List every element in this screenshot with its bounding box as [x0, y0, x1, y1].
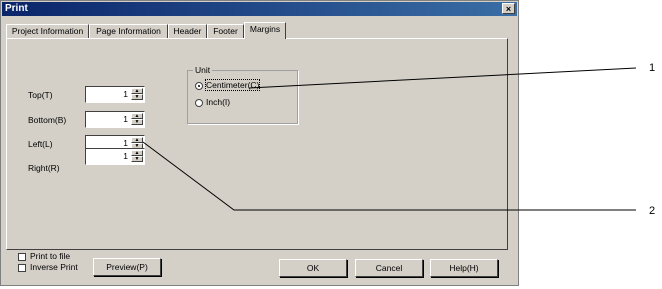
tab-margins[interactable]: Margins	[244, 22, 286, 39]
callout-line-2	[142, 141, 636, 211]
callout-2: 2	[649, 205, 656, 217]
callout-line-1	[248, 67, 637, 89]
callout-1: 1	[649, 62, 656, 74]
callout-lines	[142, 67, 637, 211]
